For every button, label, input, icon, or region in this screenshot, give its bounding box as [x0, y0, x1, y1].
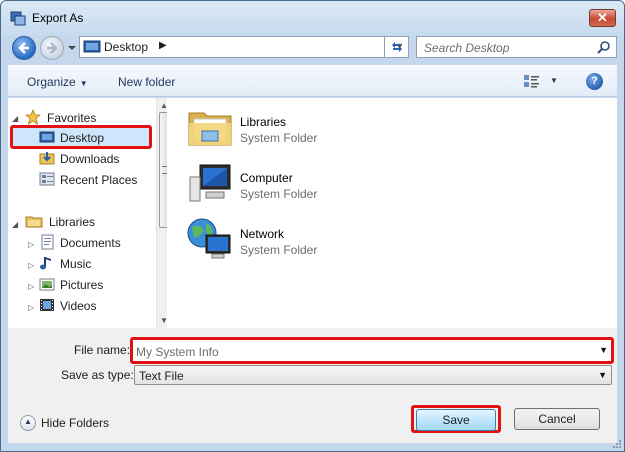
window-title: Export As — [32, 11, 84, 25]
save-button-highlight: Save — [411, 405, 501, 433]
forward-button[interactable] — [40, 36, 64, 60]
cancel-button[interactable]: Cancel — [514, 408, 600, 430]
libraries-icon — [25, 216, 43, 228]
music-icon — [40, 257, 51, 270]
command-toolbar: Organize ▼ New folder ▼ ? — [8, 65, 617, 97]
recent-places-icon — [39, 172, 55, 186]
chevron-down-icon: ▼ — [79, 79, 88, 88]
collapse-arrow-icon[interactable]: ◢ — [12, 114, 18, 123]
libraries-folder-icon — [188, 112, 232, 146]
item-type: System Folder — [240, 243, 318, 257]
sidebar-item-label: Recent Places — [60, 173, 138, 187]
sidebar-item-label: Pictures — [60, 278, 104, 292]
expand-arrow-icon[interactable]: ▷ — [28, 282, 34, 291]
recent-locations-dropdown[interactable] — [67, 43, 77, 53]
refresh-button[interactable] — [384, 36, 409, 58]
sidebar-item-label: Music — [60, 257, 92, 271]
file-name-field[interactable]: ▼ — [130, 337, 614, 364]
computer-icon — [189, 164, 231, 202]
desktop-icon — [39, 131, 55, 143]
collapse-circle-icon: ▲ — [20, 415, 36, 431]
item-name: Network — [240, 227, 285, 241]
sidebar-group-label: Favorites — [47, 111, 97, 125]
list-item[interactable]: Computer System Folder — [183, 155, 323, 209]
hide-folders-label: Hide Folders — [41, 416, 110, 430]
list-item[interactable]: Network System Folder — [183, 211, 323, 265]
sidebar-item-label: Videos — [60, 299, 97, 313]
organize-label: Organize — [27, 75, 76, 89]
view-options-icon — [524, 75, 539, 88]
documents-icon — [41, 234, 54, 250]
downloads-icon — [39, 152, 55, 165]
back-button[interactable] — [12, 36, 36, 60]
chevron-down-icon: ▼ — [550, 76, 558, 85]
resize-grip-icon[interactable] — [612, 439, 622, 449]
close-icon: ✕ — [597, 10, 608, 25]
list-item[interactable]: Libraries System Folder — [183, 99, 323, 153]
expand-arrow-icon[interactable]: ▷ — [28, 303, 34, 312]
new-folder-button[interactable]: New folder — [118, 75, 175, 89]
item-name: Libraries — [240, 115, 287, 129]
save-type-value: Text File — [139, 369, 184, 383]
pictures-icon — [39, 278, 55, 291]
close-button[interactable]: ✕ — [589, 9, 616, 27]
videos-icon — [40, 299, 54, 311]
chevron-down-icon: ▼ — [598, 370, 607, 380]
search-icon[interactable] — [597, 40, 611, 54]
help-icon: ? — [591, 75, 598, 87]
save-type-label: Save as type: — [61, 368, 134, 382]
navigation-pane: ◢ Favorites Desktop Downloads Recent Pla… — [8, 98, 172, 328]
expand-arrow-icon[interactable]: ▷ — [28, 261, 34, 270]
item-type: System Folder — [240, 187, 318, 201]
breadcrumb-chevron-icon[interactable]: ▶ — [159, 40, 167, 51]
collapse-arrow-icon[interactable]: ◢ — [12, 220, 18, 229]
refresh-icon — [392, 42, 402, 52]
address-bar[interactable]: Desktop ▶ ▼ — [79, 36, 409, 58]
help-button[interactable]: ? — [586, 73, 603, 90]
expand-arrow-icon[interactable]: ▷ — [28, 240, 34, 249]
export-as-dialog: Export As ✕ Desktop ▶ ▼ Search Desktop — [0, 0, 625, 452]
address-text[interactable]: Desktop — [104, 40, 148, 54]
sidebar-item-label: Desktop — [60, 131, 105, 145]
title-bar[interactable]: Export As ✕ — [1, 1, 624, 35]
sidebar-item-label: Documents — [60, 236, 121, 250]
arrow-left-icon — [18, 42, 29, 54]
star-icon — [25, 109, 41, 125]
organize-button[interactable]: Organize ▼ — [27, 75, 88, 89]
network-icon — [187, 218, 231, 259]
arrow-right-icon — [47, 42, 58, 54]
search-placeholder: Search Desktop — [424, 41, 510, 55]
item-name: Computer — [240, 171, 293, 185]
sidebar-item-label: Downloads — [60, 152, 120, 166]
change-view-button[interactable]: ▼ — [523, 73, 563, 91]
file-name-input[interactable] — [136, 343, 586, 360]
file-list: Libraries System Folder Computer System … — [167, 98, 617, 328]
save-type-select[interactable]: Text File ▼ — [134, 365, 612, 385]
chevron-down-icon[interactable]: ▼ — [599, 345, 608, 355]
file-name-label: File name: — [74, 343, 131, 357]
item-type: System Folder — [240, 131, 318, 145]
search-input[interactable]: Search Desktop — [416, 36, 617, 58]
save-options-panel: File name: ▼ Save as type: Text File ▼ ▲… — [8, 328, 617, 443]
save-button[interactable]: Save — [416, 409, 496, 431]
sidebar-group-label: Libraries — [49, 215, 96, 229]
app-icon — [10, 11, 26, 26]
desktop-folder-icon — [83, 40, 101, 53]
